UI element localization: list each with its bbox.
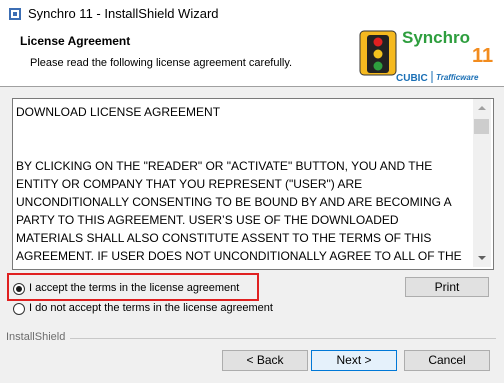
- logo-brand-text: CUBIC: [396, 73, 428, 84]
- logo-version-text: 11: [472, 45, 493, 67]
- scroll-thumb[interactable]: [474, 119, 489, 134]
- logo-product-text: Synchro: [402, 29, 470, 47]
- print-button[interactable]: Print: [405, 277, 489, 297]
- installer-app-icon: [9, 8, 21, 20]
- cancel-button[interactable]: Cancel: [404, 350, 490, 371]
- decline-radio[interactable]: [13, 303, 25, 315]
- next-button[interactable]: Next >: [311, 350, 397, 371]
- page-subtitle: Please read the following license agreem…: [30, 57, 293, 69]
- back-button[interactable]: < Back: [222, 350, 308, 371]
- window-title: Synchro 11 - InstallShield Wizard: [28, 6, 219, 21]
- logo-subbrand-text: Trafficware: [436, 73, 479, 82]
- license-agreement-text: DOWNLOAD LICENSE AGREEMENT BY CLICKING O…: [16, 105, 462, 263]
- footer-divider: [70, 338, 496, 339]
- decline-label[interactable]: I do not accept the terms in the license…: [29, 302, 273, 314]
- scroll-up-arrow-icon[interactable]: [473, 99, 491, 117]
- page-title: License Agreement: [20, 34, 131, 48]
- installshield-label: InstallShield: [6, 331, 66, 343]
- synchro-logo: Synchro 11 CUBIC Trafficware: [359, 29, 493, 84]
- accept-radio[interactable]: [13, 283, 25, 295]
- accept-label[interactable]: I accept the terms in the license agreem…: [29, 282, 239, 294]
- scroll-down-arrow-icon[interactable]: [473, 249, 491, 267]
